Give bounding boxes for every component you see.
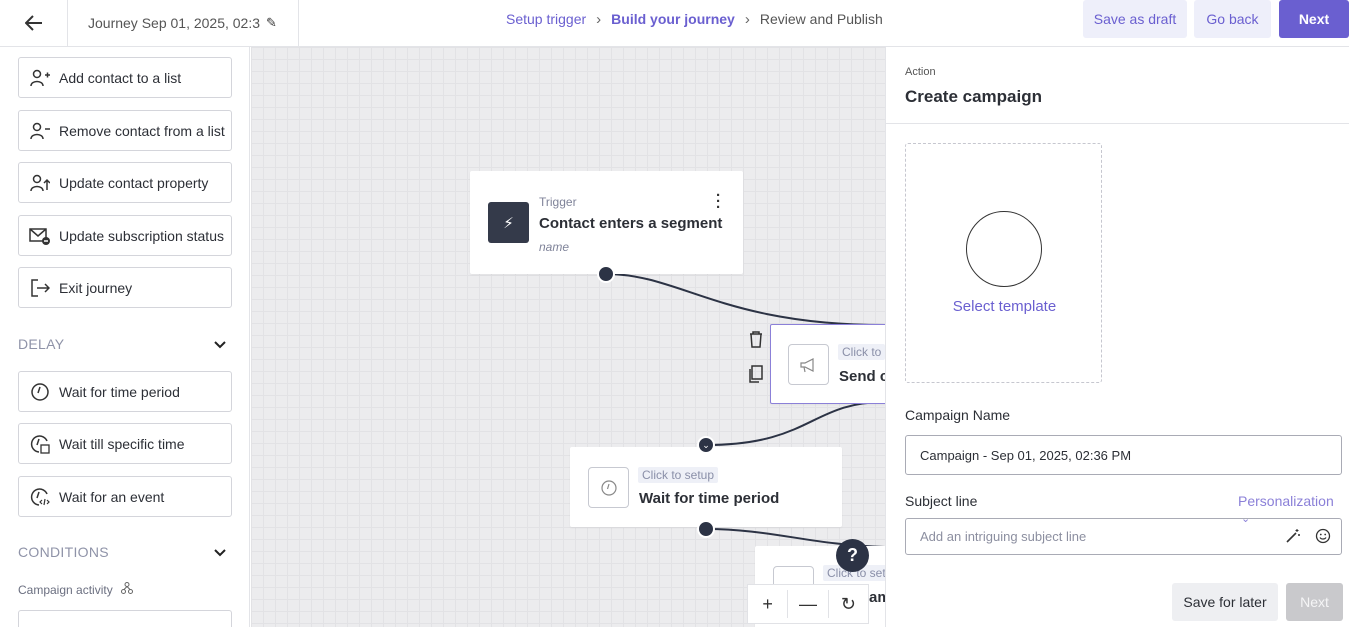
journey-title-text: Journey Sep 01, 2025, 02:3	[88, 15, 261, 31]
action-label: Exit journey	[59, 279, 133, 296]
save-for-later-button[interactable]: Save for later	[1172, 583, 1278, 621]
trash-icon[interactable]	[748, 330, 768, 353]
action-exit-journey[interactable]: Exit journey	[18, 267, 232, 308]
panel-next-button[interactable]: Next	[1286, 583, 1343, 621]
trigger-subtitle: name	[539, 240, 570, 254]
panel-header: Action Create campaign	[886, 47, 1349, 124]
delay-wait-for-an-event[interactable]: Wait for an event	[18, 476, 232, 517]
panel-kicker: Action	[905, 66, 936, 78]
emoji-icon[interactable]	[1315, 528, 1331, 548]
panel-title: Create campaign	[905, 87, 1042, 106]
click-to-setup-tag: Click to setup	[638, 467, 719, 483]
user-plus-icon	[29, 68, 51, 88]
actions-sidebar: Add contact to a list Remove contact fro…	[0, 47, 250, 627]
subject-input-icons	[1285, 528, 1331, 548]
connector-dot[interactable]	[597, 265, 615, 283]
campaign-node-title: Send ca	[839, 368, 885, 385]
select-template-card[interactable]: Select template	[905, 143, 1102, 383]
reset-view-icon[interactable]: ↻	[829, 590, 868, 618]
campaign-name-value: Campaign - Sep 01, 2025, 02:36 PM	[920, 447, 1132, 463]
delay-label: Wait till specific time	[59, 435, 185, 452]
chevron-down-icon[interactable]	[214, 336, 226, 352]
connector-dot[interactable]	[697, 520, 715, 538]
chevron-right-icon: ›	[744, 10, 750, 28]
next-button[interactable]: Next	[1279, 0, 1349, 38]
delay-section-header[interactable]: DELAY	[18, 336, 232, 352]
subject-line-placeholder: Add an intriguing subject line	[920, 529, 1087, 544]
step-setup-trigger[interactable]: Setup trigger	[506, 11, 586, 27]
duplicate-icon[interactable]	[748, 365, 768, 388]
campaign-activity-text: Campaign activity	[18, 582, 113, 597]
subject-line-input[interactable]: Add an intriguing subject line	[905, 518, 1342, 555]
action-label: Add contact to a list	[59, 69, 182, 86]
magic-wand-icon[interactable]	[1285, 528, 1301, 548]
user-minus-icon	[29, 121, 51, 141]
action-remove-contact-from-list[interactable]: Remove contact from a list	[18, 110, 232, 151]
subject-line-label: Subject line	[905, 493, 978, 509]
wait-node-title: Wait for time period	[639, 490, 780, 507]
delay-wait-for-time-period[interactable]: Wait for time period	[18, 371, 232, 412]
clock-icon	[29, 382, 51, 402]
trigger-node[interactable]: ⚡ Trigger Contact enters a segment name …	[470, 171, 743, 274]
action-update-subscription-status[interactable]: Update subscription status	[18, 215, 232, 256]
select-template-link[interactable]: Select template	[906, 298, 1103, 315]
chevron-down-icon[interactable]	[214, 544, 226, 560]
clock-icon	[588, 467, 629, 508]
step-review-publish[interactable]: Review and Publish	[760, 11, 883, 27]
zoom-controls: + — ↻	[747, 584, 869, 624]
action-panel: Action Create campaign Select template C…	[885, 47, 1349, 627]
campaign-name-label: Campaign Name	[905, 407, 1011, 423]
wait-time-period-node[interactable]: Click to setup Wait for time period	[570, 447, 842, 527]
node-tools	[748, 330, 768, 388]
trigger-kicker: Trigger	[539, 195, 577, 209]
delay-label: Wait for an event	[59, 488, 165, 505]
action-update-contact-property[interactable]: Update contact property	[18, 162, 232, 203]
zoom-out-icon[interactable]: —	[788, 590, 829, 618]
template-placeholder-icon	[966, 211, 1042, 287]
action-add-contact-to-list[interactable]: Add contact to a list	[18, 57, 232, 98]
megaphone-icon	[788, 344, 829, 385]
mail-minus-icon	[29, 226, 51, 246]
send-campaign-node[interactable]: Click to Send ca	[770, 324, 885, 404]
conditions-section-title: CONDITIONS	[18, 544, 109, 560]
step-build-journey[interactable]: Build your journey	[611, 11, 735, 27]
breadcrumb: Setup trigger › Build your journey › Rev…	[506, 0, 883, 38]
journey-canvas[interactable]: ⚡ Trigger Contact enters a segment name …	[251, 47, 885, 627]
campaign-activity-label: Campaign activity	[18, 582, 133, 597]
action-label: Update subscription status	[59, 227, 224, 244]
go-back-button[interactable]: Go back	[1194, 0, 1271, 38]
chevron-down-icon[interactable]: ⌄	[697, 436, 715, 454]
user-up-icon	[29, 173, 51, 193]
campaign-name-input[interactable]: Campaign - Sep 01, 2025, 02:36 PM	[905, 435, 1342, 475]
partial-node-title: am	[869, 589, 885, 606]
clock-calendar-icon	[29, 434, 51, 454]
zoom-in-icon[interactable]: +	[748, 590, 789, 618]
trigger-title: Contact enters a segment	[539, 215, 723, 232]
exit-icon	[29, 278, 51, 298]
journey-title[interactable]: Journey Sep 01, 2025, 02:3 ✎	[68, 0, 299, 46]
condition-item-partial[interactable]	[18, 610, 232, 627]
conditions-section-header[interactable]: CONDITIONS	[18, 544, 232, 560]
action-label: Remove contact from a list	[59, 122, 225, 139]
action-label: Update contact property	[59, 174, 209, 191]
save-as-draft-button[interactable]: Save as draft	[1083, 0, 1187, 38]
click-to-setup-tag: Click to	[838, 344, 885, 360]
delay-wait-till-specific-time[interactable]: Wait till specific time	[18, 423, 232, 464]
more-options-icon[interactable]: · · ·	[716, 188, 721, 215]
help-icon[interactable]: ?	[836, 539, 869, 572]
top-bar: Journey Sep 01, 2025, 02:3 ✎ Setup trigg…	[0, 0, 1349, 47]
delay-section-title: DELAY	[18, 336, 65, 352]
lightning-icon: ⚡	[488, 202, 529, 243]
personalization-label: Personalization	[1238, 493, 1334, 509]
branch-icon	[120, 582, 133, 597]
pencil-icon[interactable]: ✎	[266, 15, 277, 31]
chevron-right-icon: ›	[596, 10, 602, 28]
delay-label: Wait for time period	[59, 383, 180, 400]
back-arrow-icon[interactable]	[0, 0, 68, 46]
clock-code-icon	[29, 487, 51, 507]
